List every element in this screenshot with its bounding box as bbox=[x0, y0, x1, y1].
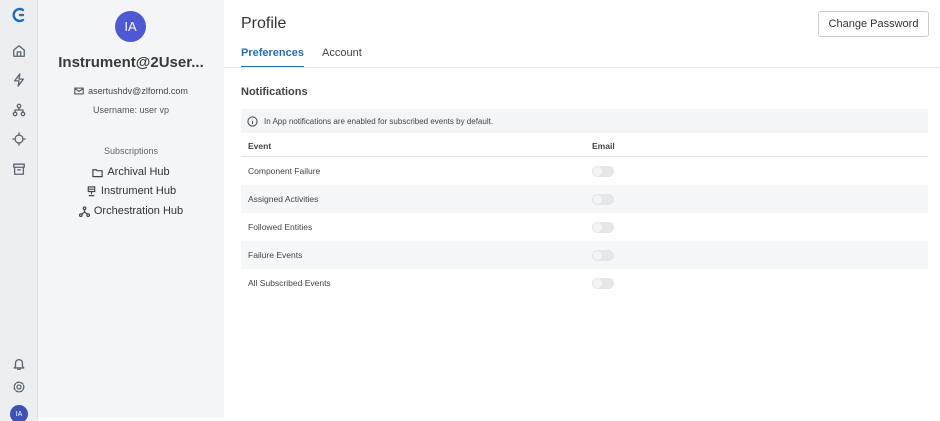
info-text: In App notifications are enabled for sub… bbox=[264, 116, 494, 126]
mail-icon bbox=[74, 87, 84, 95]
subscription-archival-hub[interactable]: Archival Hub bbox=[38, 166, 224, 178]
user-name: Instrument@2User... bbox=[58, 54, 204, 71]
email-toggle[interactable] bbox=[592, 249, 614, 261]
event-name: Assigned Activities bbox=[248, 194, 319, 204]
settings-icon[interactable] bbox=[11, 379, 27, 395]
subscription-label: Instrument Hub bbox=[100, 185, 177, 197]
email-toggle[interactable] bbox=[592, 221, 614, 233]
event-name: Failure Events bbox=[248, 250, 303, 260]
event-name: Component Failure bbox=[248, 166, 321, 176]
user-email: asertushdv@zlfornd.com bbox=[38, 86, 224, 96]
table-row: All Subscribed Events bbox=[241, 269, 928, 297]
subscriptions-title: Subscriptions bbox=[103, 146, 159, 156]
info-banner: In App notifications are enabled for sub… bbox=[241, 109, 928, 133]
avatar: IA bbox=[115, 11, 146, 42]
table-row: Followed Entities bbox=[241, 213, 928, 241]
bell-icon[interactable] bbox=[11, 356, 27, 372]
main-content: Profile Change Password Preferences Acco… bbox=[224, 0, 940, 421]
section-title-notifications: Notifications bbox=[241, 86, 308, 98]
user-username: Username: user vp bbox=[92, 105, 170, 115]
notifications-table: Event Email Component Failure Assigned A… bbox=[241, 135, 928, 297]
hierarchy-icon[interactable] bbox=[11, 102, 27, 118]
instrument-icon bbox=[87, 185, 96, 196]
archive-icon[interactable] bbox=[11, 161, 27, 177]
component-icon[interactable] bbox=[11, 131, 27, 147]
nav-rail: IA bbox=[0, 0, 38, 421]
info-icon bbox=[247, 115, 258, 127]
orchestration-icon bbox=[78, 205, 90, 217]
tab-bar: Preferences Account bbox=[241, 46, 362, 68]
table-row: Assigned Activities bbox=[241, 185, 928, 213]
page-title: Profile bbox=[241, 15, 287, 32]
event-name: Followed Entities bbox=[248, 222, 313, 232]
column-header-email: Email bbox=[592, 140, 615, 151]
table-header: Event Email bbox=[241, 135, 928, 157]
table-row: Failure Events bbox=[241, 241, 928, 269]
change-password-button[interactable]: Change Password bbox=[818, 11, 929, 37]
profile-panel: IA Instrument@2User... asertushdv@zlforn… bbox=[38, 0, 224, 418]
user-avatar-small[interactable]: IA bbox=[10, 405, 28, 421]
tab-account[interactable]: Account bbox=[322, 46, 362, 68]
email-toggle[interactable] bbox=[592, 165, 614, 177]
column-header-event: Event bbox=[248, 140, 272, 151]
subscription-orchestration-hub[interactable]: Orchestration Hub bbox=[38, 205, 224, 217]
event-name: All Subscribed Events bbox=[248, 278, 331, 288]
email-toggle[interactable] bbox=[592, 277, 614, 289]
logo-icon[interactable] bbox=[11, 7, 27, 23]
subscription-label: Orchestration Hub bbox=[93, 205, 184, 217]
subscription-label: Archival Hub bbox=[107, 166, 170, 178]
table-body: Component Failure Assigned Activities Fo… bbox=[241, 157, 928, 297]
tab-preferences[interactable]: Preferences bbox=[241, 46, 304, 68]
table-row: Component Failure bbox=[241, 157, 928, 185]
folder-icon bbox=[92, 168, 103, 177]
lightning-icon[interactable] bbox=[11, 72, 27, 88]
user-email-text: asertushdv@zlfornd.com bbox=[88, 86, 188, 96]
tabs-divider bbox=[224, 67, 940, 68]
email-toggle[interactable] bbox=[592, 193, 614, 205]
subscription-instrument-hub[interactable]: Instrument Hub bbox=[38, 185, 224, 197]
home-icon[interactable] bbox=[11, 43, 27, 59]
